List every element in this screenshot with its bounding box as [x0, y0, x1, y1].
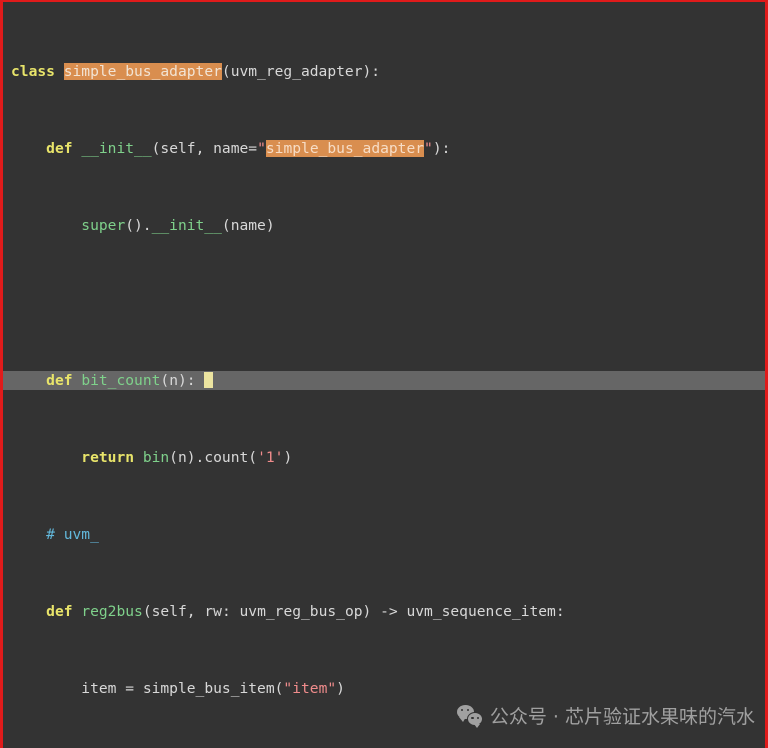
code-line[interactable]: # uvm_	[3, 525, 765, 544]
code-line[interactable]: return bin(n).count('1')	[3, 448, 765, 467]
code-editor-window: class simple_bus_adapter(uvm_reg_adapter…	[0, 0, 768, 748]
code-line-cursor[interactable]: def bit_count(n):	[3, 370, 765, 390]
code-line[interactable]: class simple_bus_adapter(uvm_reg_adapter…	[3, 62, 765, 81]
code-line[interactable]	[3, 293, 765, 312]
text-cursor	[204, 371, 214, 388]
code-line[interactable]: item = simple_bus_item("item")	[3, 679, 765, 698]
code-line[interactable]: def reg2bus(self, rw: uvm_reg_bus_op) ->…	[3, 602, 765, 621]
code-line[interactable]: def __init__(self, name="simple_bus_adap…	[3, 139, 765, 158]
code-line[interactable]: super().__init__(name)	[3, 216, 765, 235]
code-editor-viewport[interactable]: class simple_bus_adapter(uvm_reg_adapter…	[3, 2, 765, 748]
